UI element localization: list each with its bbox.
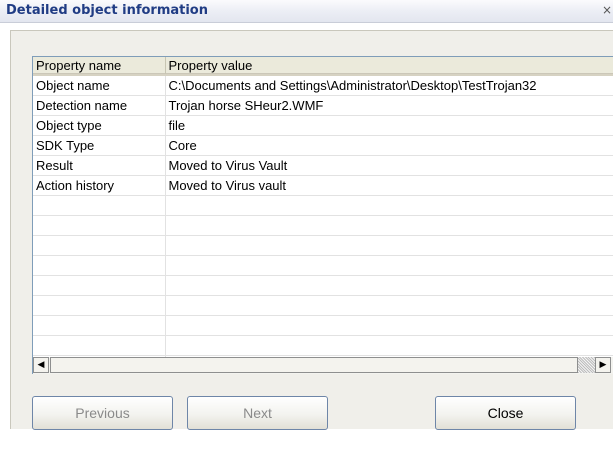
column-header-property-value[interactable]: Property value bbox=[165, 57, 613, 76]
table-row[interactable]: Detection name Trojan horse SHeur2.WMF bbox=[33, 95, 613, 116]
property-grid[interactable]: Property name Property value Object name… bbox=[32, 56, 613, 358]
property-value-cell: Trojan horse SHeur2.WMF bbox=[165, 95, 613, 116]
empty-cell bbox=[33, 335, 166, 356]
property-name-cell: SDK Type bbox=[33, 135, 166, 156]
empty-cell bbox=[33, 195, 166, 216]
empty-row bbox=[33, 275, 613, 296]
column-header-property-name[interactable]: Property name bbox=[33, 57, 166, 76]
table-row[interactable]: Action history Moved to Virus vault bbox=[33, 175, 613, 196]
header-row: Property name Property value bbox=[33, 57, 613, 76]
property-value-cell: Moved to Virus vault bbox=[165, 175, 613, 196]
empty-cell bbox=[165, 255, 613, 276]
empty-row bbox=[33, 335, 613, 356]
empty-cell bbox=[165, 195, 613, 216]
close-icon[interactable]: × bbox=[601, 2, 613, 18]
property-value-cell: Core bbox=[165, 135, 613, 156]
empty-cell bbox=[165, 275, 613, 296]
table-row[interactable]: Object type file bbox=[33, 115, 613, 136]
close-button[interactable]: Close bbox=[435, 396, 576, 430]
window-title: Detailed object information bbox=[6, 3, 208, 18]
table-row[interactable]: Result Moved to Virus Vault bbox=[33, 155, 613, 176]
horizontal-scrollbar[interactable]: ◀ ▶ bbox=[32, 357, 613, 374]
property-value-cell: Moved to Virus Vault bbox=[165, 155, 613, 176]
empty-row bbox=[33, 235, 613, 256]
empty-cell bbox=[33, 295, 166, 316]
empty-cell bbox=[33, 255, 166, 276]
empty-cell bbox=[33, 215, 166, 236]
empty-cell bbox=[165, 235, 613, 256]
empty-row bbox=[33, 255, 613, 276]
table-row[interactable]: SDK Type Core bbox=[33, 135, 613, 156]
property-name-cell: Action history bbox=[33, 175, 166, 196]
empty-cell bbox=[165, 335, 613, 356]
empty-cell bbox=[33, 315, 166, 336]
empty-cell bbox=[165, 215, 613, 236]
scroll-right-icon[interactable]: ▶ bbox=[595, 357, 611, 373]
empty-row bbox=[33, 295, 613, 316]
table-row[interactable]: Object name C:\Documents and Settings\Adm… bbox=[33, 75, 613, 96]
property-name-cell: Object type bbox=[33, 115, 166, 136]
empty-cell bbox=[33, 235, 166, 256]
empty-row bbox=[33, 215, 613, 236]
empty-cell bbox=[33, 275, 166, 296]
previous-button[interactable]: Previous bbox=[32, 396, 173, 430]
title-bar: Detailed object information × bbox=[0, 0, 613, 23]
property-value-cell: C:\Documents and Settings\Administrator\… bbox=[165, 75, 613, 96]
property-name-cell: Result bbox=[33, 155, 166, 176]
property-table: Property name Property value Object name… bbox=[33, 57, 613, 358]
property-value-cell: file bbox=[165, 115, 613, 136]
next-button[interactable]: Next bbox=[187, 396, 328, 430]
property-name-cell: Detection name bbox=[33, 95, 166, 116]
scroll-left-icon[interactable]: ◀ bbox=[33, 357, 49, 373]
empty-row bbox=[33, 195, 613, 216]
scrollbar-track[interactable] bbox=[578, 357, 595, 373]
empty-cell bbox=[165, 295, 613, 316]
empty-row bbox=[33, 315, 613, 336]
scrollbar-thumb[interactable] bbox=[50, 357, 578, 373]
empty-cell bbox=[165, 315, 613, 336]
property-name-cell: Object name bbox=[33, 75, 166, 96]
